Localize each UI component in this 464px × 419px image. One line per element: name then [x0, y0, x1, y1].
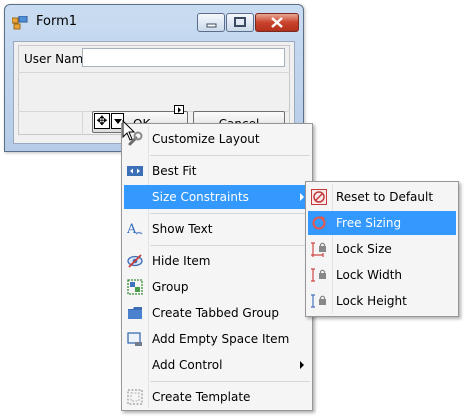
best-fit-icon [127, 166, 143, 176]
submenu-item-lock-size[interactable]: Lock Size [308, 237, 456, 261]
menu-item-group[interactable]: Group [124, 275, 310, 299]
tabbed-folder-icon [128, 307, 142, 319]
submenu-item-lock-width[interactable]: Lock Width [308, 263, 456, 287]
mouse-cursor-icon [122, 120, 136, 141]
minimize-icon [206, 23, 217, 28]
menu-item-label: Create Tabbed Group [152, 306, 279, 320]
menu-item-size-constraints[interactable]: Size Constraints [124, 185, 310, 209]
menu-item-label: Hide Item [152, 254, 211, 268]
close-button[interactable] [255, 13, 299, 32]
menu-item-create-tabbed-group[interactable]: Create Tabbed Group [124, 301, 310, 325]
resize-handle-icon[interactable] [174, 105, 184, 114]
menu-item-best-fit[interactable]: Best Fit [124, 159, 310, 183]
close-icon [271, 17, 283, 28]
submenu-item-free-sizing[interactable]: Free Sizing [308, 211, 456, 235]
text-icon: A [127, 222, 143, 237]
eye-icon [127, 254, 143, 268]
submenu-arrow-icon [300, 193, 304, 201]
menu-item-label: Group [152, 280, 189, 294]
group-icon [127, 279, 143, 295]
submenu-item-label: Lock Size [336, 242, 392, 256]
free-sizing-icon [312, 216, 326, 230]
maximize-icon [234, 17, 246, 27]
app-icon [12, 16, 28, 30]
empty-space-icon [127, 332, 142, 346]
submenu-item-label: Reset to Default [336, 190, 434, 204]
user-name-label: User Name [24, 52, 91, 66]
menu-separator [150, 381, 310, 382]
submenu-item-label: Free Sizing [336, 216, 402, 230]
layout-context-menu: Customize Layout Best Fit Size Constrain… [121, 123, 313, 411]
submenu-item-label: Lock Height [336, 294, 407, 308]
lock-width-icon [311, 268, 326, 282]
menu-item-customize-layout[interactable]: Customize Layout [124, 127, 310, 151]
submenu-item-lock-height[interactable]: Lock Height [308, 289, 456, 313]
menu-separator [150, 213, 310, 214]
menu-item-label: Show Text [152, 222, 213, 236]
layout-divider [82, 111, 83, 135]
menu-item-show-text[interactable]: A Show Text [124, 217, 310, 241]
reset-icon [311, 189, 327, 205]
menu-item-label: Create Template [152, 390, 251, 404]
submenu-arrow-icon [300, 361, 304, 369]
menu-item-hide-item[interactable]: Hide Item [124, 249, 310, 273]
menu-separator [150, 155, 310, 156]
menu-item-label: Best Fit [152, 164, 197, 178]
submenu-item-label: Lock Width [336, 268, 403, 282]
menu-separator [150, 245, 310, 246]
menu-item-add-control[interactable]: Add Control [124, 353, 310, 377]
menu-item-add-empty-space-item[interactable]: Add Empty Space Item [124, 327, 310, 351]
menu-item-label: Add Empty Space Item [152, 332, 290, 346]
menu-item-label: Customize Layout [152, 132, 260, 146]
window-title: Form1 [36, 14, 78, 29]
size-constraints-submenu: Reset to Default Free Sizing Lock Size L… [305, 181, 459, 317]
menu-item-label: Size Constraints [152, 190, 249, 204]
template-icon [127, 389, 143, 405]
menu-item-create-template[interactable]: Create Template [124, 385, 310, 409]
lock-height-icon [311, 294, 326, 308]
move-handle-icon[interactable]: ✥ [94, 113, 110, 129]
svg-text:A: A [127, 222, 137, 237]
minimize-button[interactable] [197, 13, 225, 32]
submenu-item-reset-to-default[interactable]: Reset to Default [308, 185, 456, 209]
lock-size-icon [311, 242, 326, 257]
user-name-input[interactable] [82, 48, 285, 67]
menu-item-label: Add Control [152, 358, 223, 372]
layout-divider [18, 72, 290, 73]
maximize-button[interactable] [226, 13, 254, 32]
